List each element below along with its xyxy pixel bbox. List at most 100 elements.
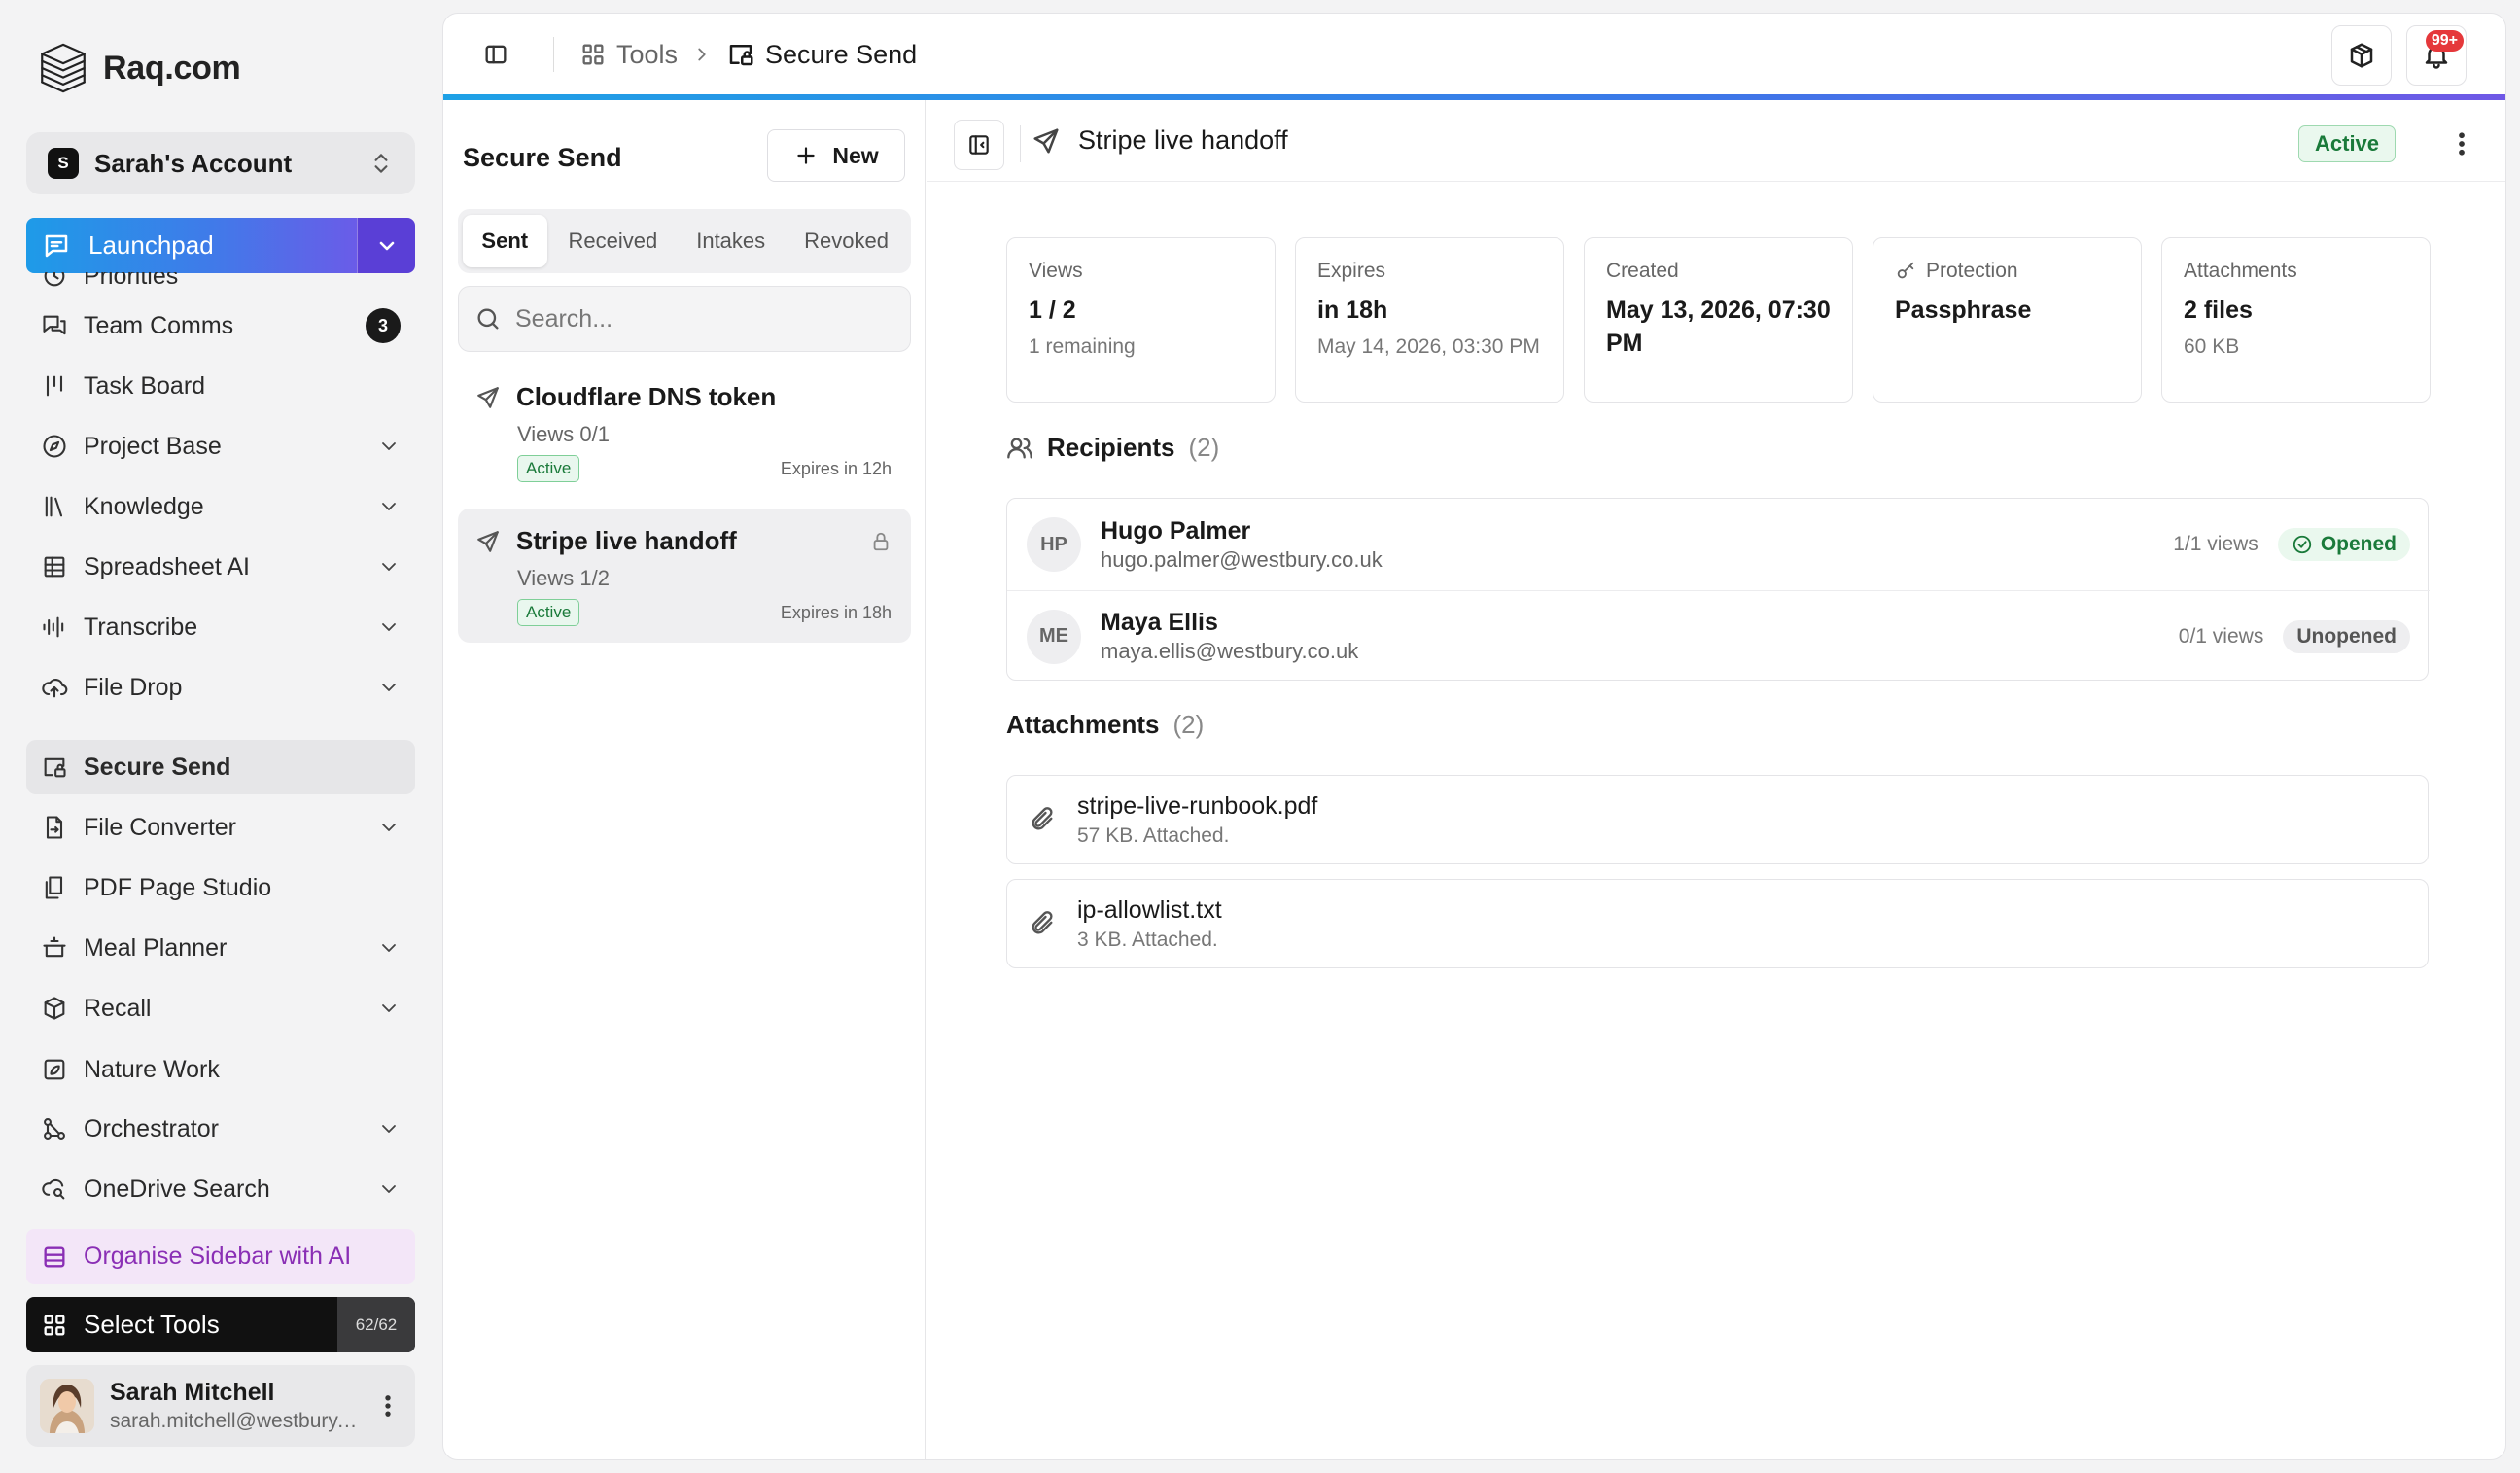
notification-count-badge: 99+: [2425, 30, 2464, 52]
recipients-heading: Recipients (2): [1006, 433, 1219, 463]
item-expiry: Expires in 12h: [780, 458, 892, 478]
sidebar-item-meal-planner[interactable]: Meal Planner: [26, 921, 415, 975]
breadcrumb-tools[interactable]: Tools: [579, 40, 678, 70]
stat-label: Created: [1606, 260, 1679, 282]
send-icon: [475, 385, 501, 410]
sidebar-item-label: File Converter: [84, 813, 236, 841]
sidebar-item-onedrive-search[interactable]: OneDrive Search: [26, 1162, 415, 1213]
notifications-button[interactable]: 99+: [2406, 25, 2467, 86]
sidebar: Raq.com S Sarah's Account Launchpad Prio…: [0, 0, 438, 1473]
divider: [1020, 125, 1021, 162]
sidebar-item-file-drop[interactable]: File Drop: [26, 660, 415, 715]
item-title: Stripe live handoff: [516, 526, 737, 555]
user-email: sarah.mitchell@westbury.co.uk: [110, 1410, 359, 1432]
recipient-email: maya.ellis@westbury.co.uk: [1101, 639, 1359, 663]
kanban-icon: [41, 372, 68, 400]
cloud-search-icon: [41, 1175, 68, 1203]
sidebar-item-knowledge[interactable]: Knowledge: [26, 479, 415, 534]
chevron-down-icon[interactable]: [377, 1117, 401, 1140]
divider: [553, 37, 554, 72]
detail-title: Stripe live handoff: [1032, 125, 1288, 156]
stat-expires: Expires in 18h May 14, 2026, 03:30 PM: [1295, 237, 1564, 403]
list-title: Secure Send: [463, 143, 622, 172]
new-button[interactable]: New: [767, 129, 905, 182]
check-circle-icon: [2292, 534, 2313, 555]
tools-count: 62/62: [337, 1297, 415, 1352]
tab-intakes[interactable]: Intakes: [679, 215, 783, 267]
organise-label: Organise Sidebar with AI: [84, 1243, 352, 1270]
chevron-down-icon[interactable]: [377, 615, 401, 639]
chevron-down-icon[interactable]: [377, 495, 401, 518]
launchpad-button[interactable]: Launchpad: [26, 218, 357, 273]
attachment-name: stripe-live-runbook.pdf: [1077, 791, 1318, 820]
chevron-down-icon[interactable]: [377, 435, 401, 458]
chevron-down-icon[interactable]: [377, 676, 401, 699]
cooking-pot-icon: [41, 934, 68, 962]
top-bar: Tools Secure Send 99+: [443, 14, 2505, 95]
sidebar-item-transcribe[interactable]: Transcribe: [26, 600, 415, 654]
sidebar-item-spreadsheet-ai[interactable]: Spreadsheet AI: [26, 540, 415, 594]
sidebar-item-nature-work[interactable]: Nature Work: [26, 1042, 415, 1097]
organise-sidebar-button[interactable]: Organise Sidebar with AI: [26, 1229, 415, 1284]
chevron-down-icon[interactable]: [377, 555, 401, 579]
chevron-down-icon[interactable]: [377, 816, 401, 839]
status-badge: Unopened: [2283, 619, 2410, 653]
user-profile[interactable]: Sarah Mitchell sarah.mitchell@westbury.c…: [26, 1365, 415, 1447]
new-button-label: New: [832, 142, 879, 168]
sidebar-item-recall[interactable]: Recall: [26, 981, 415, 1035]
breadcrumb-secure-send: Secure Send: [726, 40, 917, 70]
collapse-list-button[interactable]: [954, 120, 1004, 170]
sidebar-item-secure-send[interactable]: Secure Send: [26, 740, 415, 794]
breadcrumb-current-label: Secure Send: [765, 39, 918, 69]
sidebar-item-task-board[interactable]: Task Board: [26, 359, 415, 413]
account-switcher[interactable]: S Sarah's Account: [26, 132, 415, 194]
tab-revoked[interactable]: Revoked: [787, 215, 906, 267]
status-badge: Active: [517, 455, 580, 482]
brand[interactable]: Raq.com: [35, 39, 241, 97]
search-input[interactable]: [515, 304, 894, 333]
stat-value: 1 / 2: [1029, 297, 1076, 324]
library-icon: [41, 493, 68, 520]
sidebar-item-pdf-page-studio[interactable]: PDF Page Studio: [26, 860, 415, 915]
more-vertical-icon[interactable]: [2447, 129, 2476, 158]
chevron-down-icon[interactable]: [377, 997, 401, 1020]
attachments-title: Attachments: [1006, 710, 1160, 739]
recipient-name: Hugo Palmer: [1101, 516, 1251, 544]
detail-header: Stripe live handoff Active: [927, 100, 2505, 182]
packages-button[interactable]: [2331, 25, 2392, 86]
cube-icon: [41, 995, 68, 1022]
sidebar-item-label: Orchestrator: [84, 1114, 219, 1142]
sidebar-toggle-icon[interactable]: [482, 41, 509, 68]
sidebar-item-label: Meal Planner: [84, 933, 228, 962]
recipient-avatar: HP: [1027, 517, 1081, 572]
attachment-item[interactable]: ip-allowlist.txt 3 KB. Attached.: [1006, 879, 2429, 968]
raq-logo-icon: [35, 40, 91, 96]
chevron-right-icon: [691, 44, 713, 65]
search-box: [458, 286, 911, 352]
status-badge: Opened: [2277, 528, 2410, 561]
select-tools-button[interactable]: Select Tools 62/62: [26, 1297, 415, 1352]
sidebar-item-team-comms[interactable]: Team Comms 3: [26, 298, 415, 353]
grid-icon: [41, 1312, 68, 1339]
more-vertical-icon[interactable]: [374, 1392, 402, 1420]
tab-sent[interactable]: Sent: [463, 215, 547, 267]
main-panel: Tools Secure Send 99+ Secure Send New Se…: [442, 13, 2506, 1460]
avatar: [40, 1379, 94, 1433]
tab-received[interactable]: Received: [551, 215, 676, 267]
sidebar-item-project-base[interactable]: Project Base: [26, 419, 415, 473]
chevron-down-icon[interactable]: [377, 1177, 401, 1201]
recipient-row: ME Maya Ellis maya.ellis@westbury.co.uk …: [1007, 590, 2430, 682]
secure-send-icon: [41, 754, 68, 781]
chevron-down-icon[interactable]: [377, 936, 401, 960]
list-tabs: Sent Received Intakes Revoked: [458, 209, 911, 273]
list-sparkle-icon: [41, 1244, 68, 1271]
attachment-item[interactable]: stripe-live-runbook.pdf 57 KB. Attached.: [1006, 775, 2429, 864]
list-item[interactable]: Cloudflare DNS token Views 0/1 Active Ex…: [458, 365, 911, 499]
list-item-selected[interactable]: Stripe live handoff Views 1/2 Active Exp…: [458, 509, 911, 643]
stat-label: Views: [1029, 260, 1083, 282]
sidebar-item-label: Transcribe: [84, 613, 198, 641]
leaf-image-icon: [41, 1056, 68, 1083]
sidebar-item-orchestrator[interactable]: Orchestrator: [26, 1102, 415, 1156]
launchpad-dropdown-button[interactable]: [357, 218, 415, 273]
sidebar-item-file-converter[interactable]: File Converter: [26, 800, 415, 855]
